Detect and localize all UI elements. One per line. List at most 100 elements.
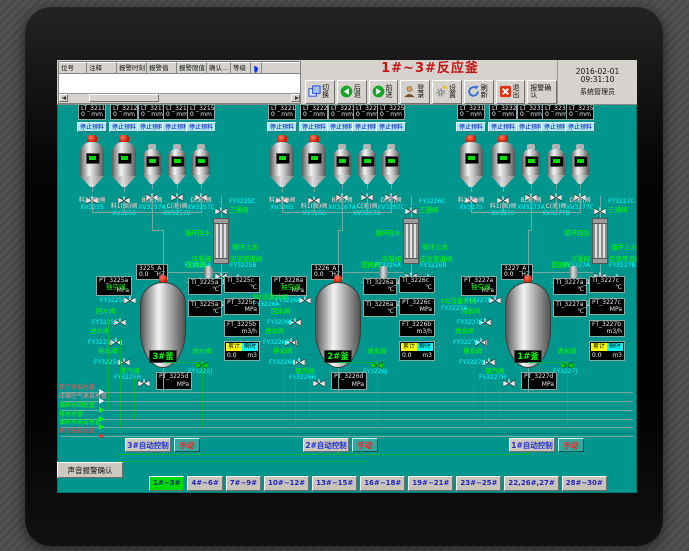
- alarm-table-hscrollbar[interactable]: [59, 93, 300, 103]
- hopper-valve-icon[interactable]: [118, 192, 130, 201]
- hopper-stop-button[interactable]: 停止预料: [488, 122, 518, 132]
- hopper-valve-icon[interactable]: [497, 192, 509, 201]
- hopper-cone: [382, 175, 400, 184]
- valve-tag: FY3226B: [420, 263, 447, 269]
- instrument-unit: mm: [151, 112, 163, 118]
- instrument-unit: ℃: [425, 285, 432, 291]
- hopper-red-cap: [498, 135, 508, 142]
- auto-control-button[interactable]: 1#自动控制: [509, 438, 555, 452]
- back-button[interactable]: 后退: [337, 80, 367, 104]
- instrument-value: 0: [190, 112, 194, 118]
- pipe-segment: [282, 201, 283, 212]
- hopper-valve-icon[interactable]: [171, 189, 183, 198]
- tab-13-15-[interactable]: 13#~15#: [312, 476, 357, 491]
- hopper-cone: [168, 175, 186, 184]
- pipe-segment: [282, 212, 392, 213]
- manual-mode-button[interactable]: 手动: [352, 438, 378, 452]
- hopper-stop-button[interactable]: 停止预料: [299, 122, 329, 132]
- forward-button[interactable]: 前进: [369, 80, 399, 104]
- scroll-thumb[interactable]: [89, 94, 159, 102]
- hopper-stop-button[interactable]: 停止预料: [376, 122, 406, 132]
- tab-22-26-27-[interactable]: 22,26#,27#: [504, 476, 558, 491]
- hopper-cone: [333, 175, 351, 184]
- alarm-column-0[interactable]: 位号: [59, 62, 87, 74]
- alarm-column-1[interactable]: 注释: [87, 62, 117, 74]
- alarm-column-5[interactable]: 确认...: [207, 62, 231, 74]
- supply-pipe-label: 排水总管: [59, 412, 83, 418]
- hopper-indicator: [276, 153, 290, 164]
- auto-control-button[interactable]: 2#自动控制: [303, 438, 349, 452]
- hopper-valve-icon[interactable]: [308, 192, 320, 201]
- hopper-indicator-bar: [468, 156, 475, 160]
- instrument-box: LT_32210mm: [268, 104, 296, 120]
- instrument-unit: m3/h: [242, 329, 258, 335]
- alarm-column-4[interactable]: 报警限值: [177, 62, 207, 74]
- alarm-sound-confirm-button[interactable]: 声音报警确认: [57, 462, 123, 478]
- hopper-valve-icon[interactable]: [550, 189, 562, 198]
- hopper-valve-icon[interactable]: [361, 189, 373, 198]
- auto-control-button[interactable]: 3#自动控制: [125, 438, 171, 452]
- alarm-confirm-button[interactable]: 报警确认: [527, 80, 557, 104]
- hopper-stop-button[interactable]: 停止预料: [456, 122, 486, 132]
- hopper-indicator: [146, 156, 160, 167]
- pipe-segment: [343, 272, 403, 273]
- hopper-stop-button[interactable]: 停止预料: [186, 122, 216, 132]
- tab-7-9-[interactable]: 7#~9#: [226, 476, 261, 491]
- instrument-unit: MPa: [542, 382, 554, 388]
- instrument-unit: MPa: [352, 382, 364, 388]
- pipe-segment: [528, 362, 568, 363]
- valve-label: 循环回水: [554, 230, 590, 237]
- manual-mode-button[interactable]: 手动: [174, 438, 200, 452]
- instrument-unit: MPa: [177, 382, 189, 388]
- scroll-right-button[interactable]: [291, 94, 300, 102]
- instrument-tag: TI_3227a_2: [556, 302, 590, 308]
- tab-10-12-[interactable]: 10#~12#: [264, 476, 309, 491]
- instrument-box: PT_3227dMPa: [521, 372, 557, 390]
- valve-label: 进水阀: [557, 348, 577, 355]
- hopper-stop-button[interactable]: 停止预料: [267, 122, 297, 132]
- instrument-unit: MPa: [420, 307, 432, 313]
- three-way-valve-icon[interactable]: [215, 203, 227, 212]
- valve-label: 进水阀: [90, 328, 110, 335]
- hopper-stop-button[interactable]: 停止预料: [77, 122, 107, 132]
- datetime-panel: 2016-02-01 09:31:10 系统管理员: [557, 60, 637, 104]
- tab-23-25-[interactable]: 23#~25#: [456, 476, 501, 491]
- alarm-column-3[interactable]: 报警值: [147, 62, 177, 74]
- settings-button[interactable]: 设置: [432, 80, 462, 104]
- alarm-column-6[interactable]: 等级: [231, 62, 251, 74]
- motor-value: 0.0: [139, 272, 149, 278]
- hopper-indicator-bar: [577, 159, 584, 163]
- scroll-left-button[interactable]: [59, 94, 68, 102]
- tab-1-3-[interactable]: 1#~3#: [149, 476, 184, 491]
- instrument-unit: ℃: [615, 285, 622, 291]
- hopper-cone: [522, 175, 540, 184]
- tab-28-30-[interactable]: 28#~30#: [562, 476, 607, 491]
- three-way-valve-icon[interactable]: [594, 203, 606, 212]
- switch-button[interactable]: 切换: [305, 80, 335, 104]
- instrument-unit: m3/h: [417, 329, 433, 335]
- refresh-button[interactable]: 刷新: [464, 80, 494, 104]
- hopper-indicator-bar: [364, 159, 371, 163]
- hopper-stop-button[interactable]: 停止预料: [565, 122, 595, 132]
- instrument-box: LT_32150mm: [187, 104, 215, 120]
- exit-button[interactable]: 退出: [496, 80, 526, 104]
- hopper-indicator: [497, 153, 511, 164]
- valve-label: N2流量计阀: [253, 294, 288, 301]
- manual-mode-button[interactable]: 手动: [558, 438, 584, 452]
- tab-19-21-[interactable]: 19#~21#: [408, 476, 453, 491]
- pipe-arrow-icon: [99, 424, 104, 430]
- pipe-segment: [391, 198, 392, 212]
- instrument-unit: ℃: [212, 287, 219, 293]
- tab-4-6-[interactable]: 4#~6#: [187, 476, 222, 491]
- hopper-indicator-bar: [553, 159, 560, 163]
- instrument-tag: TI_3226a_2: [366, 302, 400, 308]
- tab-16-18-[interactable]: 16#~18#: [360, 476, 405, 491]
- instrument-box: LT_32250mm: [377, 104, 405, 120]
- instrument-box: TI_3226a_1℃: [363, 278, 397, 295]
- login-button[interactable]: 登录: [400, 80, 430, 104]
- alarm-column-2[interactable]: 报警时刻: [117, 62, 147, 74]
- hopper-stop-button[interactable]: 停止预料: [109, 122, 139, 132]
- three-way-valve-icon[interactable]: [405, 203, 417, 212]
- toolbar-button-label: 刷新: [481, 85, 491, 99]
- instrument-box: TI_3225c℃: [224, 276, 260, 293]
